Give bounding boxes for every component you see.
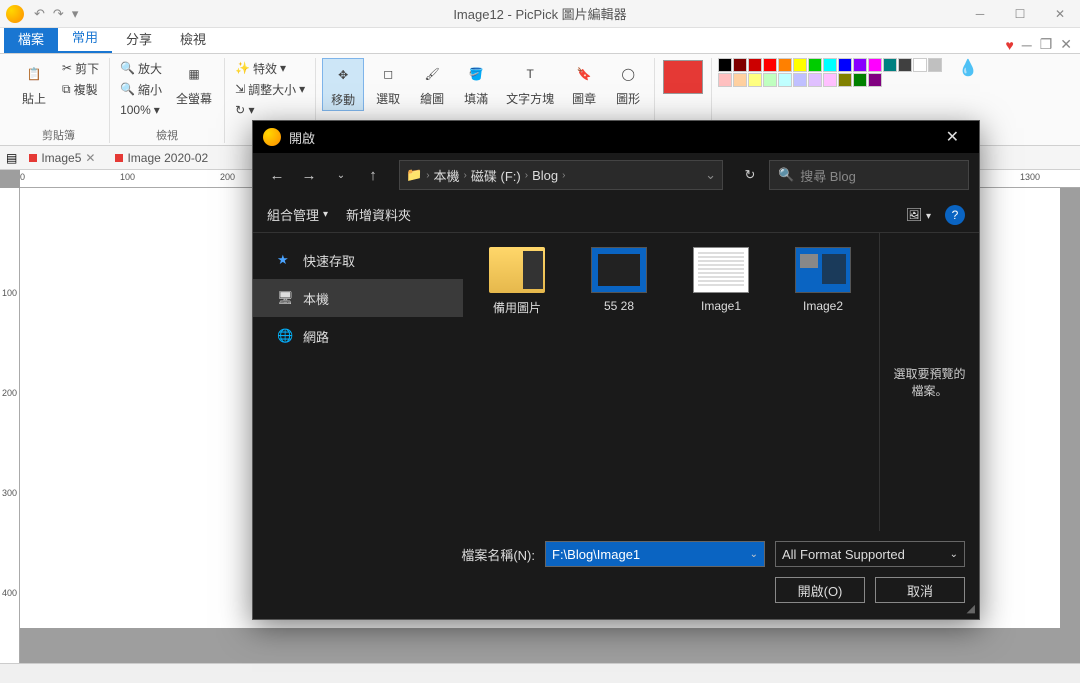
organize-button[interactable]: 組合管理 ▾ [267,205,328,224]
group-clipboard-label: 剪貼簿 [42,127,75,143]
current-color[interactable] [663,60,703,94]
filename-input[interactable]: F:\Blog\Image1 ⌄ [545,541,765,567]
maximize-button[interactable]: ☐ [1000,0,1040,28]
qat-redo-icon[interactable]: ↷ [53,6,64,22]
zoomin-button[interactable]: 🔍 放大 [116,58,166,78]
title-bar: ↶ ↷ ▾ Image12 - PicPick 圖片編輯器 ─ ☐ ✕ [0,0,1080,28]
tab-share[interactable]: 分享 [112,24,166,53]
search-box[interactable]: 🔍 搜尋 Blog [769,160,969,190]
cancel-button[interactable]: 取消 [875,577,965,603]
sidebar-network[interactable]: 🌐 網路 [253,317,463,355]
crumb-thispc[interactable]: 本機 [434,166,460,185]
sidebar-this-pc[interactable]: 🖥 本機 [253,279,463,317]
file-item-2[interactable]: Image1 [681,247,761,313]
ribbon-tabs: 檔案 常用 分享 檢視 ♥ ─ ❐ ✕ [0,28,1080,54]
status-bar [0,663,1080,683]
nav-forward-button[interactable]: → [295,161,323,189]
tab-file[interactable]: 檔案 [4,24,58,53]
nav-up-button[interactable]: ↑ [359,161,387,189]
dialog-titlebar: 開啟 ✕ [253,121,979,153]
zoom-level[interactable]: 100% ▾ [116,100,166,120]
paste-button[interactable]: 📋 貼上 [14,58,54,109]
rotate-button[interactable]: ↻ ▾ [231,100,309,120]
sidebar-quick-access[interactable]: ★ 快速存取 [253,241,463,279]
text-tool[interactable]: T文字方塊 [500,58,560,109]
address-bar[interactable]: 📁 › 本機 › 磁碟 (F:) › Blog › ⌄ [399,160,723,190]
crumb-disk[interactable]: 磁碟 (F:) [471,166,521,185]
file-item-3[interactable]: Image2 [783,247,863,313]
filetype-combo[interactable]: All Format Supported⌄ [775,541,965,567]
qat-dropdown-icon[interactable]: ▾ [72,6,79,22]
file-list[interactable]: 備用圖片 55 28 Image1 Image2 [463,233,879,531]
dialog-bottom: 檔案名稱(N): F:\Blog\Image1 ⌄ All Format Sup… [253,531,979,619]
resize-button[interactable]: ⇲ 調整大小 ▾ [231,79,309,99]
nav-back-button[interactable]: ← [263,161,291,189]
file-item-folder[interactable]: 備用圖片 [477,247,557,316]
select-tool[interactable]: ◻選取 [368,58,408,109]
zoomout-button[interactable]: 🔍 縮小 [116,79,166,99]
crumb-folder[interactable]: Blog [532,168,558,183]
minimize-button[interactable]: ─ [960,0,1000,28]
fill-tool[interactable]: 🪣填滿 [456,58,496,109]
dialog-close-button[interactable]: ✕ [936,123,969,151]
window-title: Image12 - PicPick 圖片編輯器 [453,4,626,23]
filename-label: 檔案名稱(N): [461,545,535,564]
move-tool[interactable]: ✥移動 [322,58,364,111]
dialog-title: 開啟 [289,128,315,147]
newfolder-button[interactable]: 新增資料夾 [346,205,411,224]
group-view-label: 檢視 [156,127,178,143]
nav-recent-button[interactable]: ⌄ [327,161,355,189]
file-item-1[interactable]: 55 28 [579,247,659,313]
open-button[interactable]: 開啟(O) [775,577,865,603]
tab-view[interactable]: 檢視 [166,24,220,53]
search-icon: 🔍 [778,167,794,183]
address-expand-icon[interactable]: ⌄ [705,167,716,183]
stamp-tool[interactable]: 🔖圖章 [564,58,604,109]
pc-icon: 🖥 [277,290,293,306]
preview-pane: 選取要預覽的檔案。 [879,233,979,531]
heart-icon[interactable]: ♥ [1005,37,1013,53]
cut-button[interactable]: ✂ 剪下 [58,58,103,78]
network-icon: 🌐 [277,328,293,344]
refresh-button[interactable]: ↻ [735,160,765,190]
draw-tool[interactable]: 🖌繪圖 [412,58,452,109]
folder-icon: 📁 [406,167,422,183]
ruler-vertical: 100 200 300 400 [0,188,20,663]
color-palette[interactable] [718,58,948,87]
eyedropper-icon[interactable]: 💧 [958,58,976,76]
copy-button[interactable]: ⧉ 複製 [58,79,103,99]
dialog-toolbar: 組合管理 ▾ 新增資料夾 🖼 ▾ ? [253,197,979,233]
close2-icon[interactable]: ✕ [1060,36,1072,53]
effects-button[interactable]: ✨ 特效 ▾ [231,58,309,78]
doc-tab-1[interactable]: Image5✕ [21,149,103,167]
resize-grip-icon[interactable]: ◢ [967,602,975,615]
app-icon [6,5,24,23]
dialog-nav: ← → ⌄ ↑ 📁 › 本機 › 磁碟 (F:) › Blog › ⌄ ↻ 🔍 … [253,153,979,197]
tabs-menu-icon[interactable]: ▤ [6,151,17,165]
qat-undo-icon[interactable]: ↶ [34,6,45,22]
doc-tab-2[interactable]: Image 2020-02 [107,149,216,167]
close-button[interactable]: ✕ [1040,0,1080,28]
open-dialog: 開啟 ✕ ← → ⌄ ↑ 📁 › 本機 › 磁碟 (F:) › Blog › ⌄… [252,120,980,620]
view-mode-button[interactable]: 🖼 ▾ [906,207,931,223]
star-icon: ★ [277,252,293,268]
help-button[interactable]: ? [945,205,965,225]
fullscreen-button[interactable]: ▦ 全螢幕 [170,58,218,109]
min2-icon[interactable]: ─ [1022,37,1032,53]
restore-icon[interactable]: ❐ [1040,36,1053,53]
dialog-sidebar: ★ 快速存取 🖥 本機 🌐 網路 [253,233,463,531]
shape-tool[interactable]: ◯圖形 [608,58,648,109]
dialog-app-icon [263,128,281,146]
